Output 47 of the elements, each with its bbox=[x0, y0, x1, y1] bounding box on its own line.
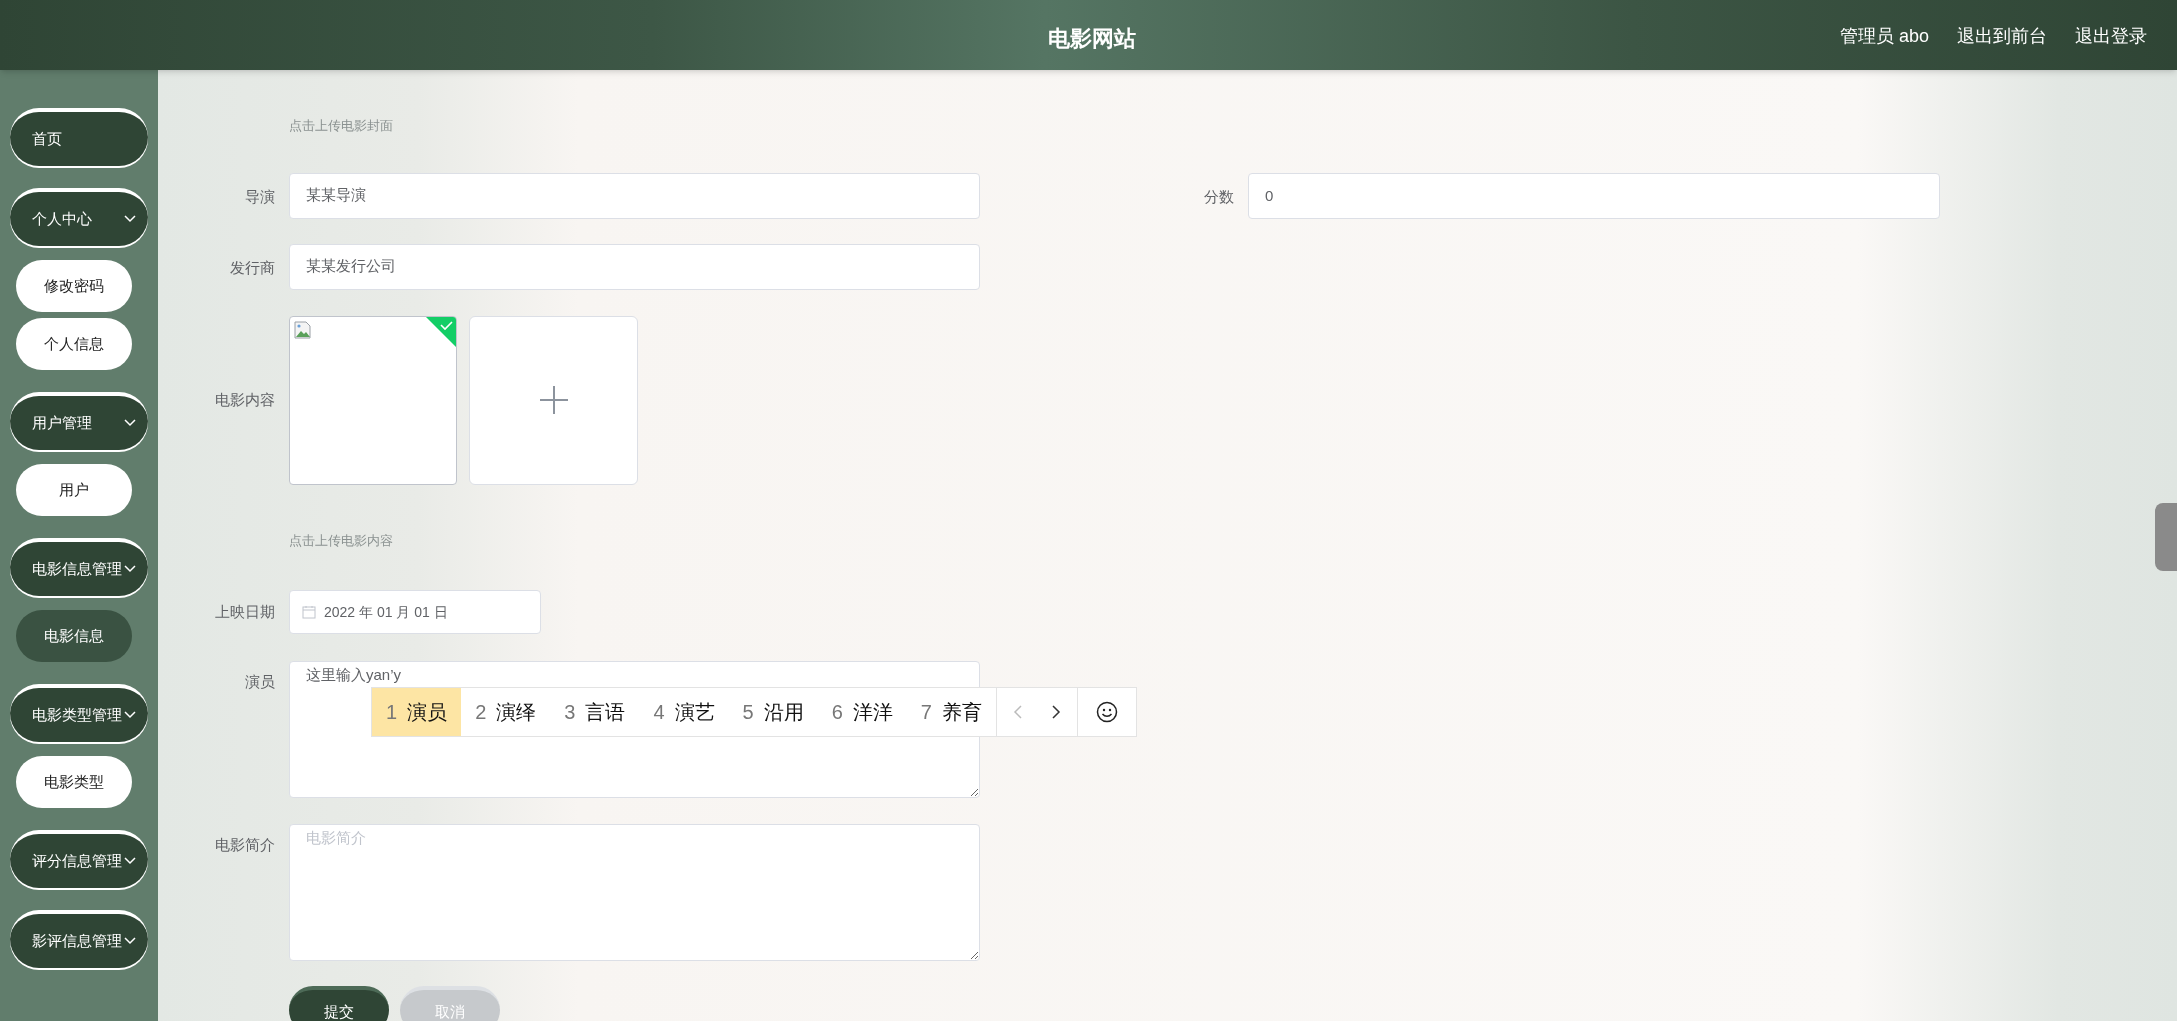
side-panel-handle[interactable] bbox=[2155, 503, 2177, 571]
upload-hint: 点击上传电影封面 bbox=[289, 117, 393, 135]
upload-hint: 点击上传电影内容 bbox=[289, 531, 393, 550]
text-area[interactable]: 电影简介 bbox=[289, 824, 980, 961]
site-title: 电影网站 bbox=[1048, 25, 1136, 53]
header-link[interactable]: 退出到前台 bbox=[1957, 23, 2047, 50]
submenu-item[interactable]: 电影信息 bbox=[16, 610, 132, 662]
menu-item[interactable]: 影评信息管理 bbox=[10, 910, 148, 968]
calendar-icon bbox=[302, 605, 316, 619]
chevron-down-icon bbox=[124, 565, 136, 573]
field-label: 导演 bbox=[245, 186, 275, 207]
chevron-down-icon bbox=[124, 711, 136, 719]
submenu-item[interactable]: 用户 bbox=[16, 464, 132, 516]
header-link[interactable]: 退出登录 bbox=[2075, 23, 2147, 50]
chevron-down-icon bbox=[124, 419, 136, 427]
next-page-icon[interactable] bbox=[1051, 705, 1061, 719]
submenu-item[interactable]: 个人信息 bbox=[16, 318, 132, 370]
header-link[interactable]: 管理员 abo bbox=[1839, 23, 1929, 50]
field-label: 上映日期 bbox=[215, 602, 275, 622]
field-label: 发行商 bbox=[230, 257, 275, 278]
chevron-down-icon bbox=[124, 937, 136, 945]
menu-item[interactable]: 用户管理 bbox=[10, 392, 148, 450]
input-field[interactable]: 某某导演 bbox=[289, 172, 980, 219]
field-label: 电影内容 bbox=[215, 389, 275, 410]
field-label: 电影简介 bbox=[215, 835, 275, 855]
menu-item[interactable]: 评分信息管理 bbox=[10, 830, 148, 888]
date-field[interactable]: 2022 年 01 月 01 日 bbox=[289, 590, 541, 634]
submenu-item[interactable]: 修改密码 bbox=[16, 260, 132, 312]
input-field[interactable]: 某某发行公司 bbox=[289, 243, 980, 290]
previous-page-icon[interactable] bbox=[1012, 705, 1022, 719]
ime-candidate[interactable]: 1 演员 bbox=[372, 688, 462, 736]
chevron-down-icon bbox=[124, 215, 136, 223]
emoji-icon[interactable] bbox=[1095, 701, 1118, 723]
form-button[interactable]: 提交 bbox=[289, 986, 389, 1021]
chevron-down-icon bbox=[124, 857, 136, 865]
submenu-item[interactable]: 电影类型 bbox=[16, 756, 132, 808]
input-field[interactable]: 0 bbox=[1248, 172, 1940, 219]
upload-button[interactable] bbox=[469, 315, 638, 485]
menu-item[interactable]: 个人中心 bbox=[10, 188, 148, 246]
uploaded-file-card[interactable] bbox=[289, 315, 457, 485]
menu-item[interactable]: 电影信息管理 bbox=[10, 538, 148, 596]
menu-item[interactable]: 电影类型管理 bbox=[10, 684, 148, 742]
menu-item[interactable]: 首页 bbox=[10, 108, 148, 166]
plus-icon bbox=[539, 386, 568, 414]
field-label: 分数 bbox=[1204, 186, 1234, 207]
broken-image-icon bbox=[294, 320, 312, 339]
field-label: 演员 bbox=[245, 672, 275, 692]
